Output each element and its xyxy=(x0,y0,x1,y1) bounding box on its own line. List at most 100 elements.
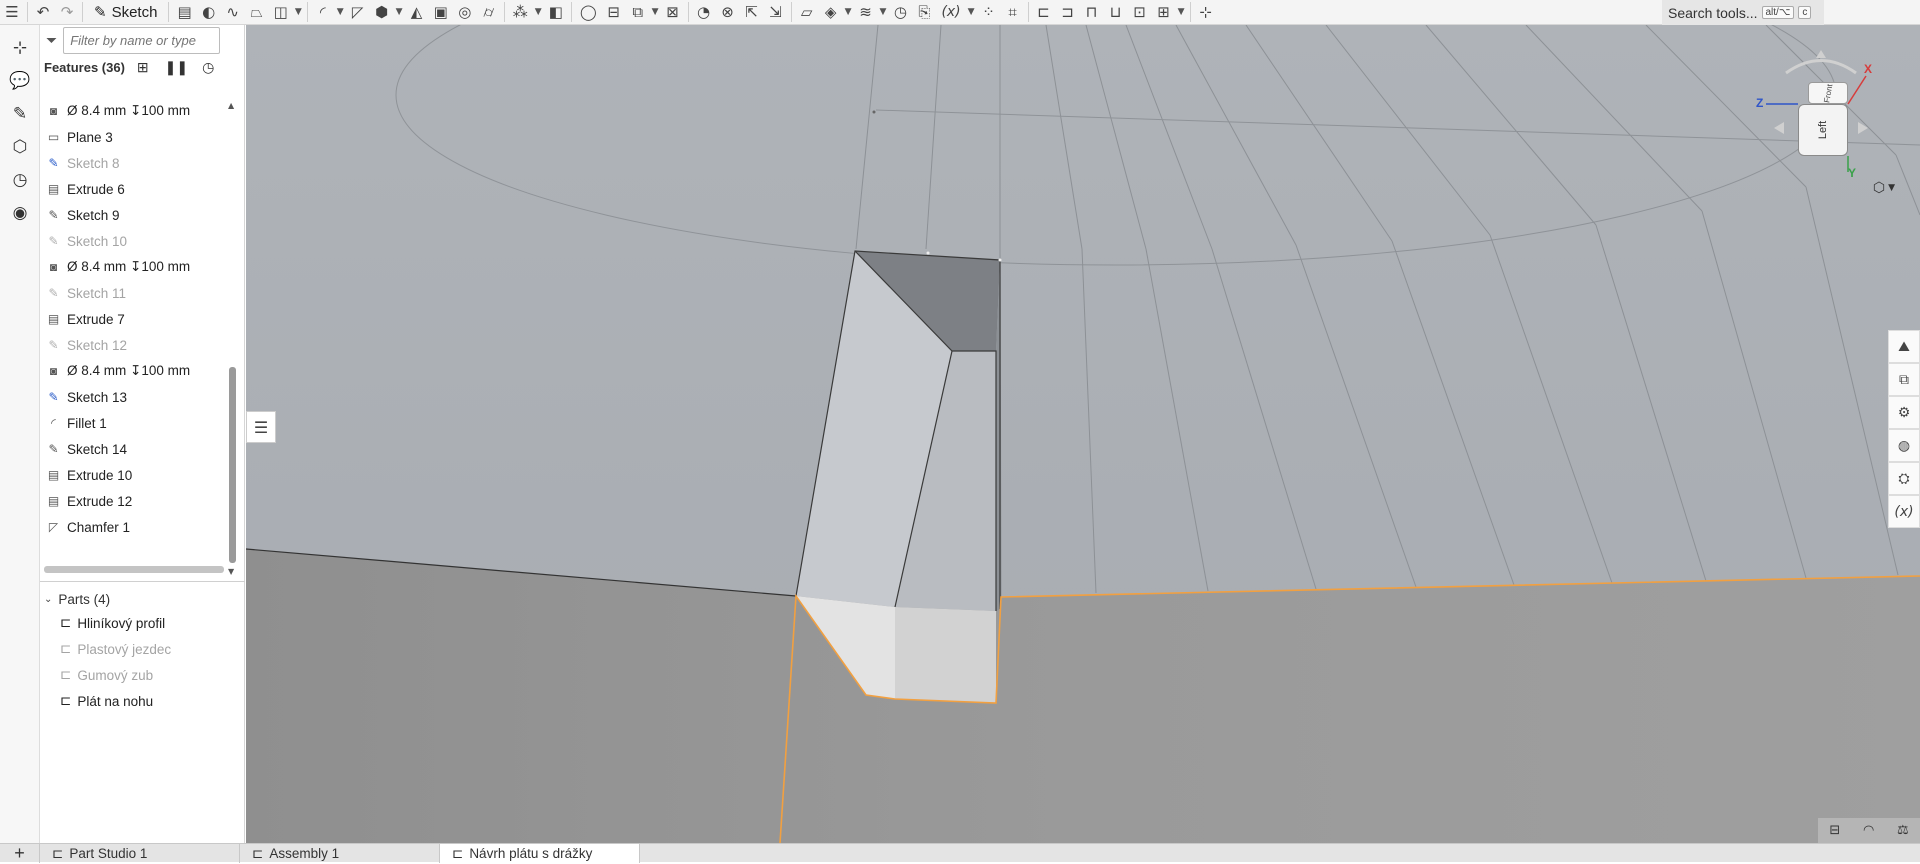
modify-fillet-tool-icon[interactable]: ◔ xyxy=(692,0,716,25)
feature-item[interactable]: ✎ Sketch 13 xyxy=(40,384,232,410)
unfold-tool-icon[interactable]: ⊞ xyxy=(1152,0,1176,25)
replace-face-tool-icon[interactable]: ⇲ xyxy=(764,0,788,25)
search-tools-input[interactable]: Search tools... alt/⌥ c xyxy=(1662,0,1824,25)
feature-item[interactable]: ◜ Fillet 1 xyxy=(40,410,232,436)
sweep-tool-icon[interactable]: ∿ xyxy=(221,0,245,25)
pause-icon[interactable]: ❚❚ xyxy=(165,59,188,76)
filter-input[interactable] xyxy=(63,27,221,54)
section-view-icon[interactable]: ⊟ xyxy=(1829,823,1840,838)
undo-icon[interactable]: ↶ xyxy=(31,0,55,25)
flange-tool-icon[interactable]: ⊐ xyxy=(1056,0,1080,25)
feature-item[interactable]: ◙ Ø 8.4 mm ↧100 mm xyxy=(40,254,232,280)
feature-item[interactable]: ◙ Ø 8.4 mm ↧100 mm xyxy=(40,98,232,124)
appearance-icon[interactable]: ⬡ xyxy=(0,130,40,163)
fillet-tool-icon[interactable]: ◜ xyxy=(311,0,335,25)
variables-panel-icon[interactable]: (x) xyxy=(1888,495,1920,528)
view-cube[interactable]: Front Left X Y Z xyxy=(1756,48,1886,198)
chevron-down-icon[interactable]: ▼ xyxy=(394,7,405,17)
hole-tool-icon[interactable]: ◎ xyxy=(453,0,477,25)
measure-tool-icon[interactable]: ◷ xyxy=(888,0,912,25)
chevron-down-icon[interactable]: ▼ xyxy=(533,7,544,17)
revolve-tool-icon[interactable]: ◐ xyxy=(197,0,221,25)
render-studio-icon[interactable]: ⛭ xyxy=(1888,462,1920,495)
view-mode-dropdown[interactable]: ⬡ ▼ xyxy=(1862,177,1906,199)
helix-tool-icon[interactable]: ≋ xyxy=(854,0,878,25)
chevron-down-icon[interactable]: ▼ xyxy=(293,7,304,17)
pattern-tool-icon[interactable]: ⁂ xyxy=(508,0,533,25)
part-item[interactable]: ⊏ Hliníkový profil xyxy=(60,610,171,636)
notes-icon[interactable]: ✎ xyxy=(0,97,40,130)
tab-assembly-1[interactable]: ⊏ Assembly 1 xyxy=(240,844,440,863)
chevron-down-icon[interactable]: ▼ xyxy=(843,7,854,17)
display-mode-icon[interactable]: ◠ xyxy=(1863,823,1874,838)
mass-properties-icon[interactable]: ◍ xyxy=(1888,429,1920,462)
add-tab-button[interactable]: + xyxy=(0,843,40,863)
part-item[interactable]: ⊏ Gumový zub xyxy=(60,662,171,688)
rollback-timer-icon[interactable]: ◷ xyxy=(202,59,214,76)
feature-list-scrollbar[interactable] xyxy=(229,367,236,563)
parts-header[interactable]: ⌄ Parts (4) xyxy=(44,588,110,610)
mate-connector-tool-icon[interactable]: ◈ xyxy=(819,0,843,25)
boolean-tool-icon[interactable]: ◯ xyxy=(575,0,602,25)
chevron-down-icon[interactable]: ▼ xyxy=(650,7,661,17)
chamfer-tool-icon[interactable]: ◸ xyxy=(346,0,370,25)
cylinder-tool-icon[interactable]: ⌭ xyxy=(477,0,501,25)
tag-tool-icon[interactable]: ⌗ xyxy=(1001,0,1025,25)
feature-item[interactable]: ▤ Extrude 6 xyxy=(40,176,232,202)
feature-item[interactable]: ✎ Sketch 10 xyxy=(40,228,232,254)
mate-connectors-icon[interactable]: ⚙ xyxy=(1888,396,1920,429)
mirror-tool-icon[interactable]: ◧ xyxy=(544,0,568,25)
part-item[interactable]: ⊏ Plastový jezdec xyxy=(60,636,171,662)
filter-icon[interactable]: ⏷ xyxy=(46,33,57,49)
units-icon[interactable]: ⚖ xyxy=(1897,823,1909,838)
feature-item[interactable]: ▤ Extrude 10 xyxy=(40,462,232,488)
feature-item[interactable]: ▤ Extrude 7 xyxy=(40,306,232,332)
chevron-down-icon[interactable]: ⌄ xyxy=(44,594,52,605)
rib-tool-icon[interactable]: ◭ xyxy=(405,0,429,25)
scroll-down-icon[interactable]: ▼ xyxy=(228,567,234,576)
hem-tool-icon[interactable]: ⊓ xyxy=(1080,0,1104,25)
feature-list-toggle-icon[interactable]: ☰ xyxy=(0,0,24,25)
history-icon[interactable]: ◷ xyxy=(0,163,40,196)
flyout-list-toggle[interactable]: ☰ xyxy=(246,411,276,443)
transform-tool-icon[interactable]: ⧉ xyxy=(626,0,650,25)
loft-tool-icon[interactable]: ⏢ xyxy=(245,0,269,25)
appearance-panel-icon[interactable]: ⛰ xyxy=(1888,330,1920,363)
configurations-icon[interactable]: ⧉ xyxy=(1888,363,1920,396)
sheet-metal-tool-icon[interactable]: ⊏ xyxy=(1032,0,1056,25)
feature-item[interactable]: ✎ Sketch 12 xyxy=(40,332,232,358)
feature-item[interactable]: ◙ Ø 8.4 mm ↧100 mm xyxy=(40,358,232,384)
tab-part-studio-1[interactable]: ⊏ Part Studio 1 xyxy=(40,844,240,863)
scroll-up-icon[interactable]: ▲ xyxy=(228,101,234,110)
split-tool-icon[interactable]: ⊟ xyxy=(602,0,626,25)
shell-tool-icon[interactable]: ▣ xyxy=(429,0,453,25)
move-face-tool-icon[interactable]: ⇱ xyxy=(740,0,764,25)
notch-face[interactable] xyxy=(895,607,996,703)
draft-tool-icon[interactable]: ⬢ xyxy=(370,0,394,25)
plane-tool-icon[interactable]: ▱ xyxy=(795,0,819,25)
view-cube-front-face[interactable]: Left xyxy=(1798,104,1848,156)
chevron-down-icon[interactable]: ▼ xyxy=(878,7,889,17)
composite-part-tool-icon[interactable]: ⁘ xyxy=(977,0,1001,25)
add-folder-icon[interactable]: ⊞ xyxy=(137,59,149,76)
section-tool-icon[interactable]: ⎘ xyxy=(912,0,936,25)
feature-item[interactable]: ✎ Sketch 11 xyxy=(40,280,232,306)
part-item[interactable]: ⊏ Plát na nohu xyxy=(60,688,171,714)
feature-item[interactable]: ▭ Plane 3 xyxy=(40,124,232,150)
feature-item[interactable]: ✎ Sketch 9 xyxy=(40,202,232,228)
inspect-icon[interactable]: ◉ xyxy=(0,196,40,229)
variable-tool-icon[interactable]: (x) xyxy=(936,0,965,25)
extrude-tool-icon[interactable]: ▤ xyxy=(172,0,196,25)
chevron-down-icon[interactable]: ▼ xyxy=(335,7,346,17)
sketch-button[interactable]: ✎ Sketch xyxy=(86,0,165,25)
feature-item[interactable]: ▤ Extrude 12 xyxy=(40,488,232,514)
insert-icon[interactable]: ⊹ xyxy=(0,31,40,64)
delete-face-tool-icon[interactable]: ⊗ xyxy=(716,0,740,25)
3d-viewport[interactable] xyxy=(246,25,1920,843)
feature-item[interactable]: ✎ Sketch 8 xyxy=(40,150,232,176)
feature-item[interactable]: ◸ Chamfer 1 xyxy=(40,514,232,540)
feature-item[interactable]: ✎ Sketch 14 xyxy=(40,436,232,462)
bend-tool-icon[interactable]: ⊡ xyxy=(1128,0,1152,25)
delete-part-tool-icon[interactable]: ⊠ xyxy=(661,0,685,25)
tab-tool-icon[interactable]: ⊔ xyxy=(1104,0,1128,25)
